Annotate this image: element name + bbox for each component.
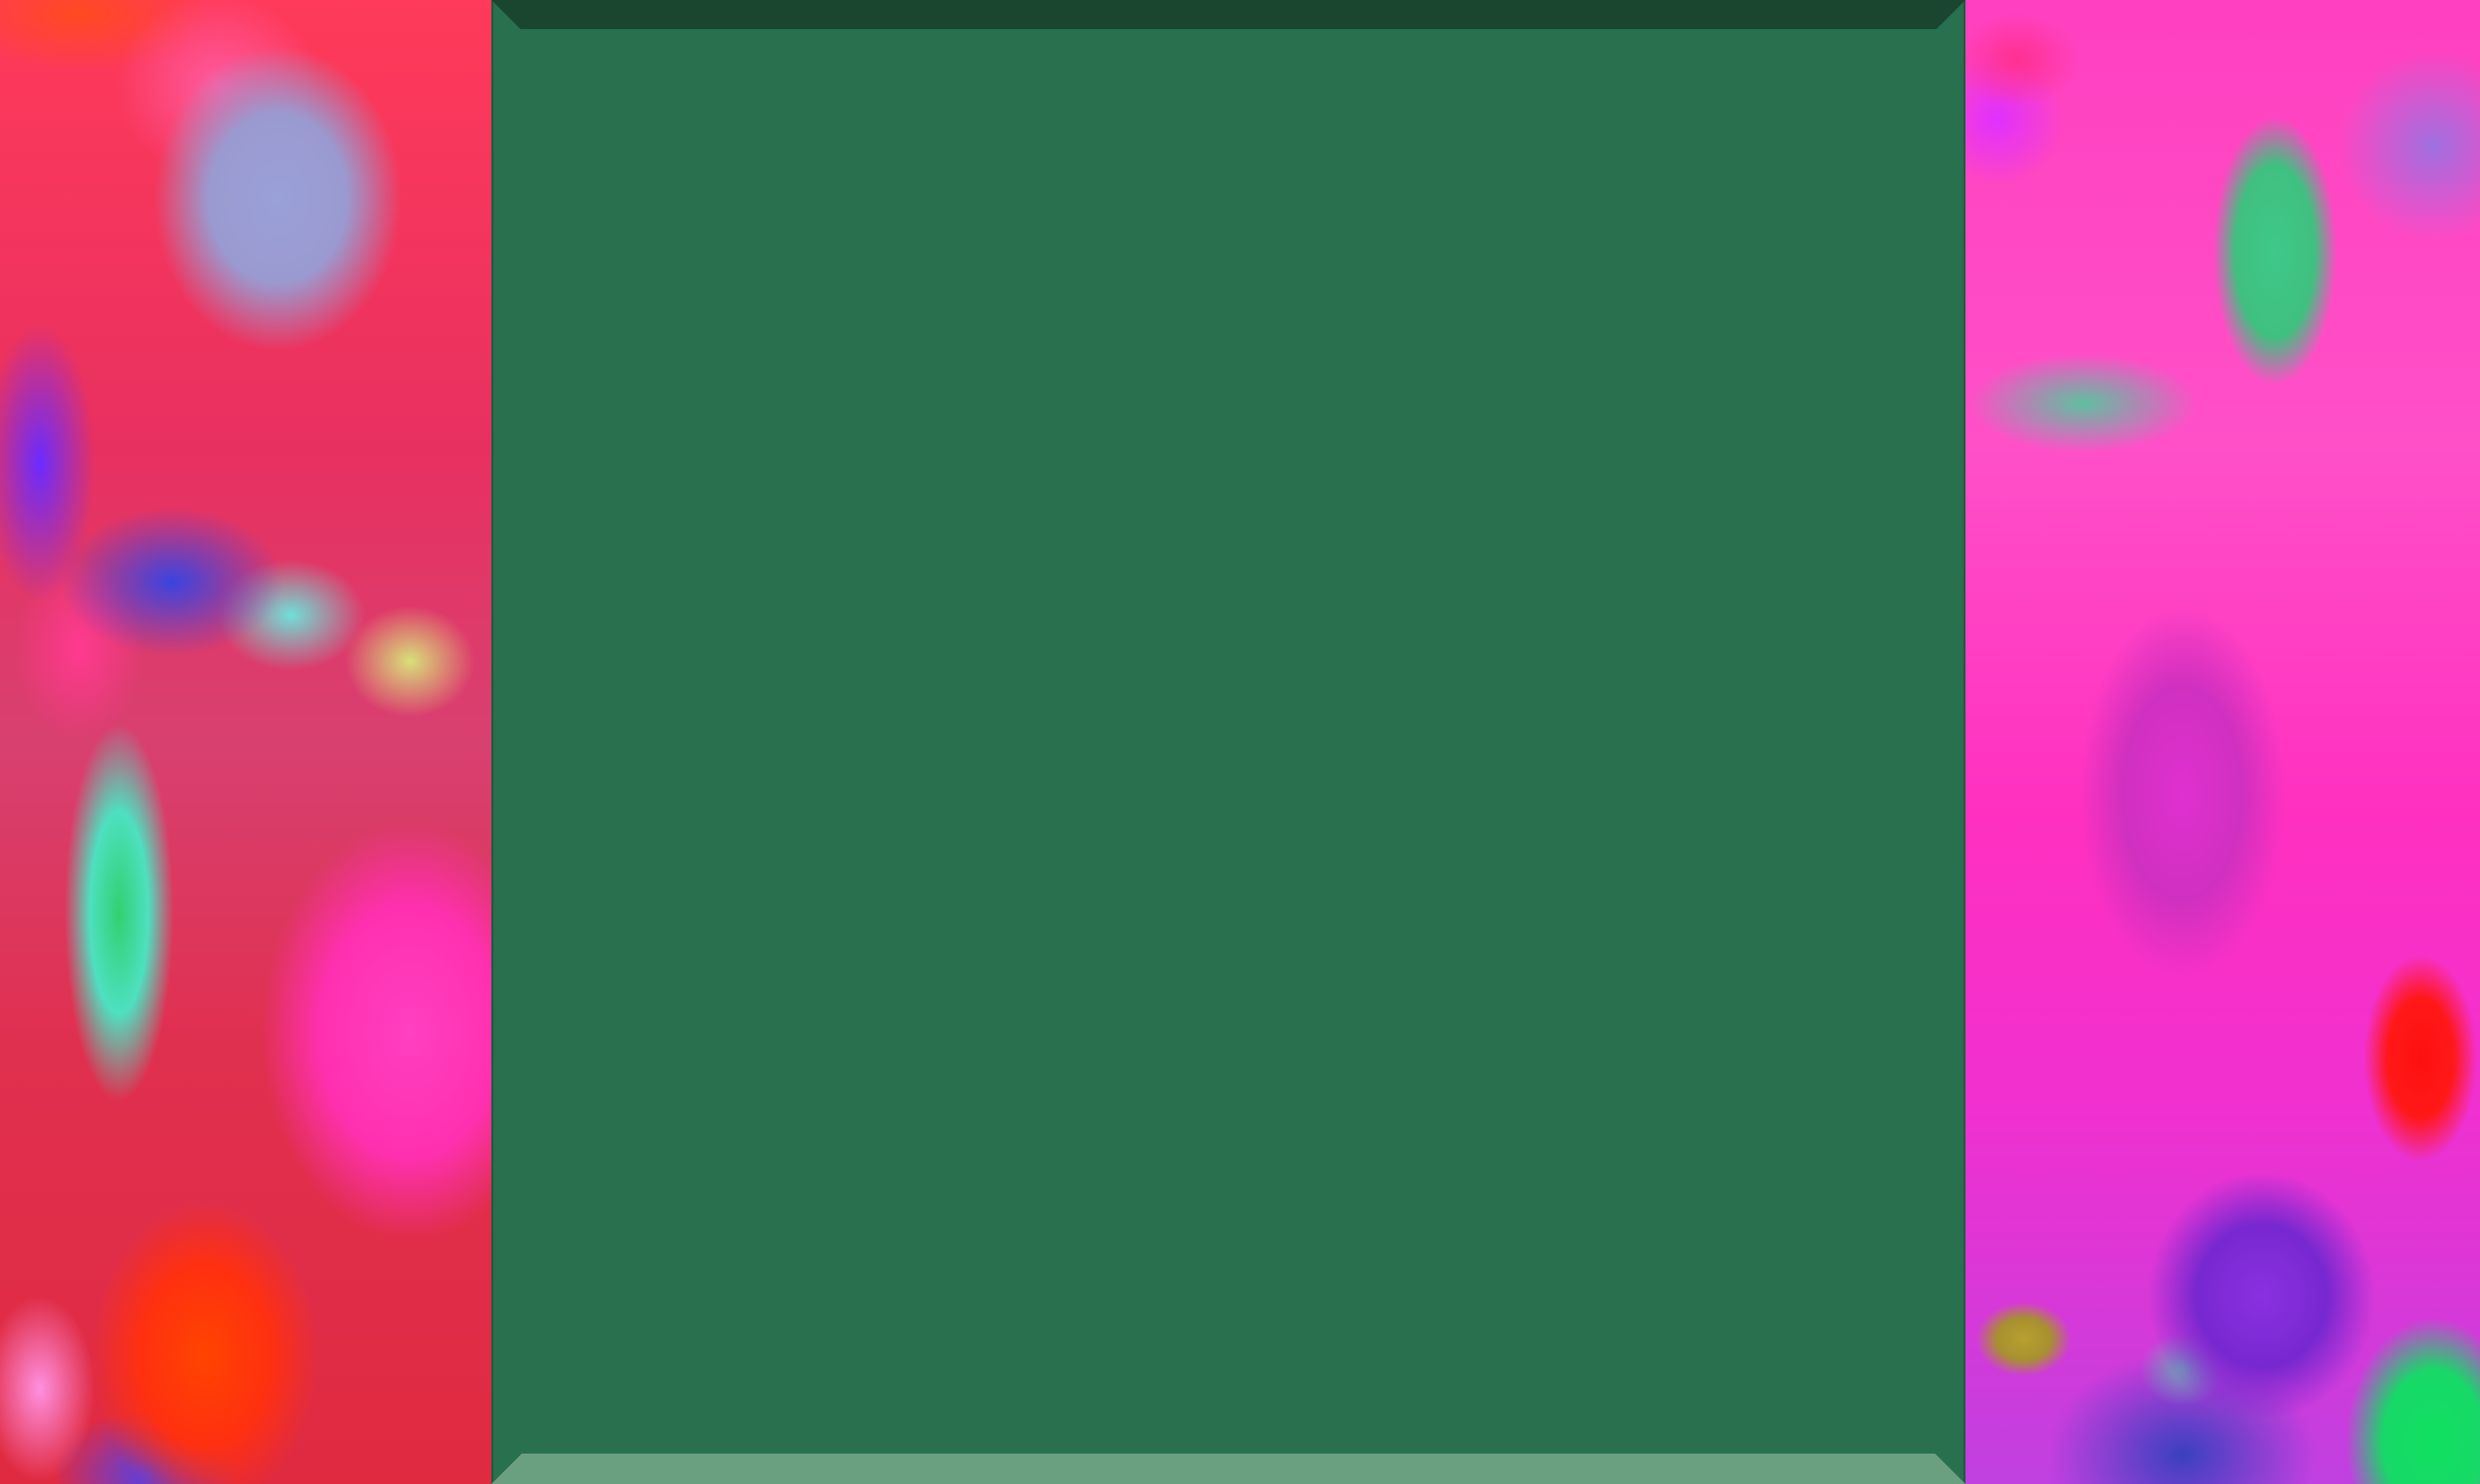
window-top-bevel [491,0,1965,29]
desktop-wallpaper-left [0,0,491,1484]
desktop-wallpaper-right [1965,0,2480,1484]
window-content-area [505,29,1952,1454]
window-bottom-bevel [491,1454,1965,1484]
desktop-screen [0,0,2480,1484]
app-window [491,0,1965,1484]
